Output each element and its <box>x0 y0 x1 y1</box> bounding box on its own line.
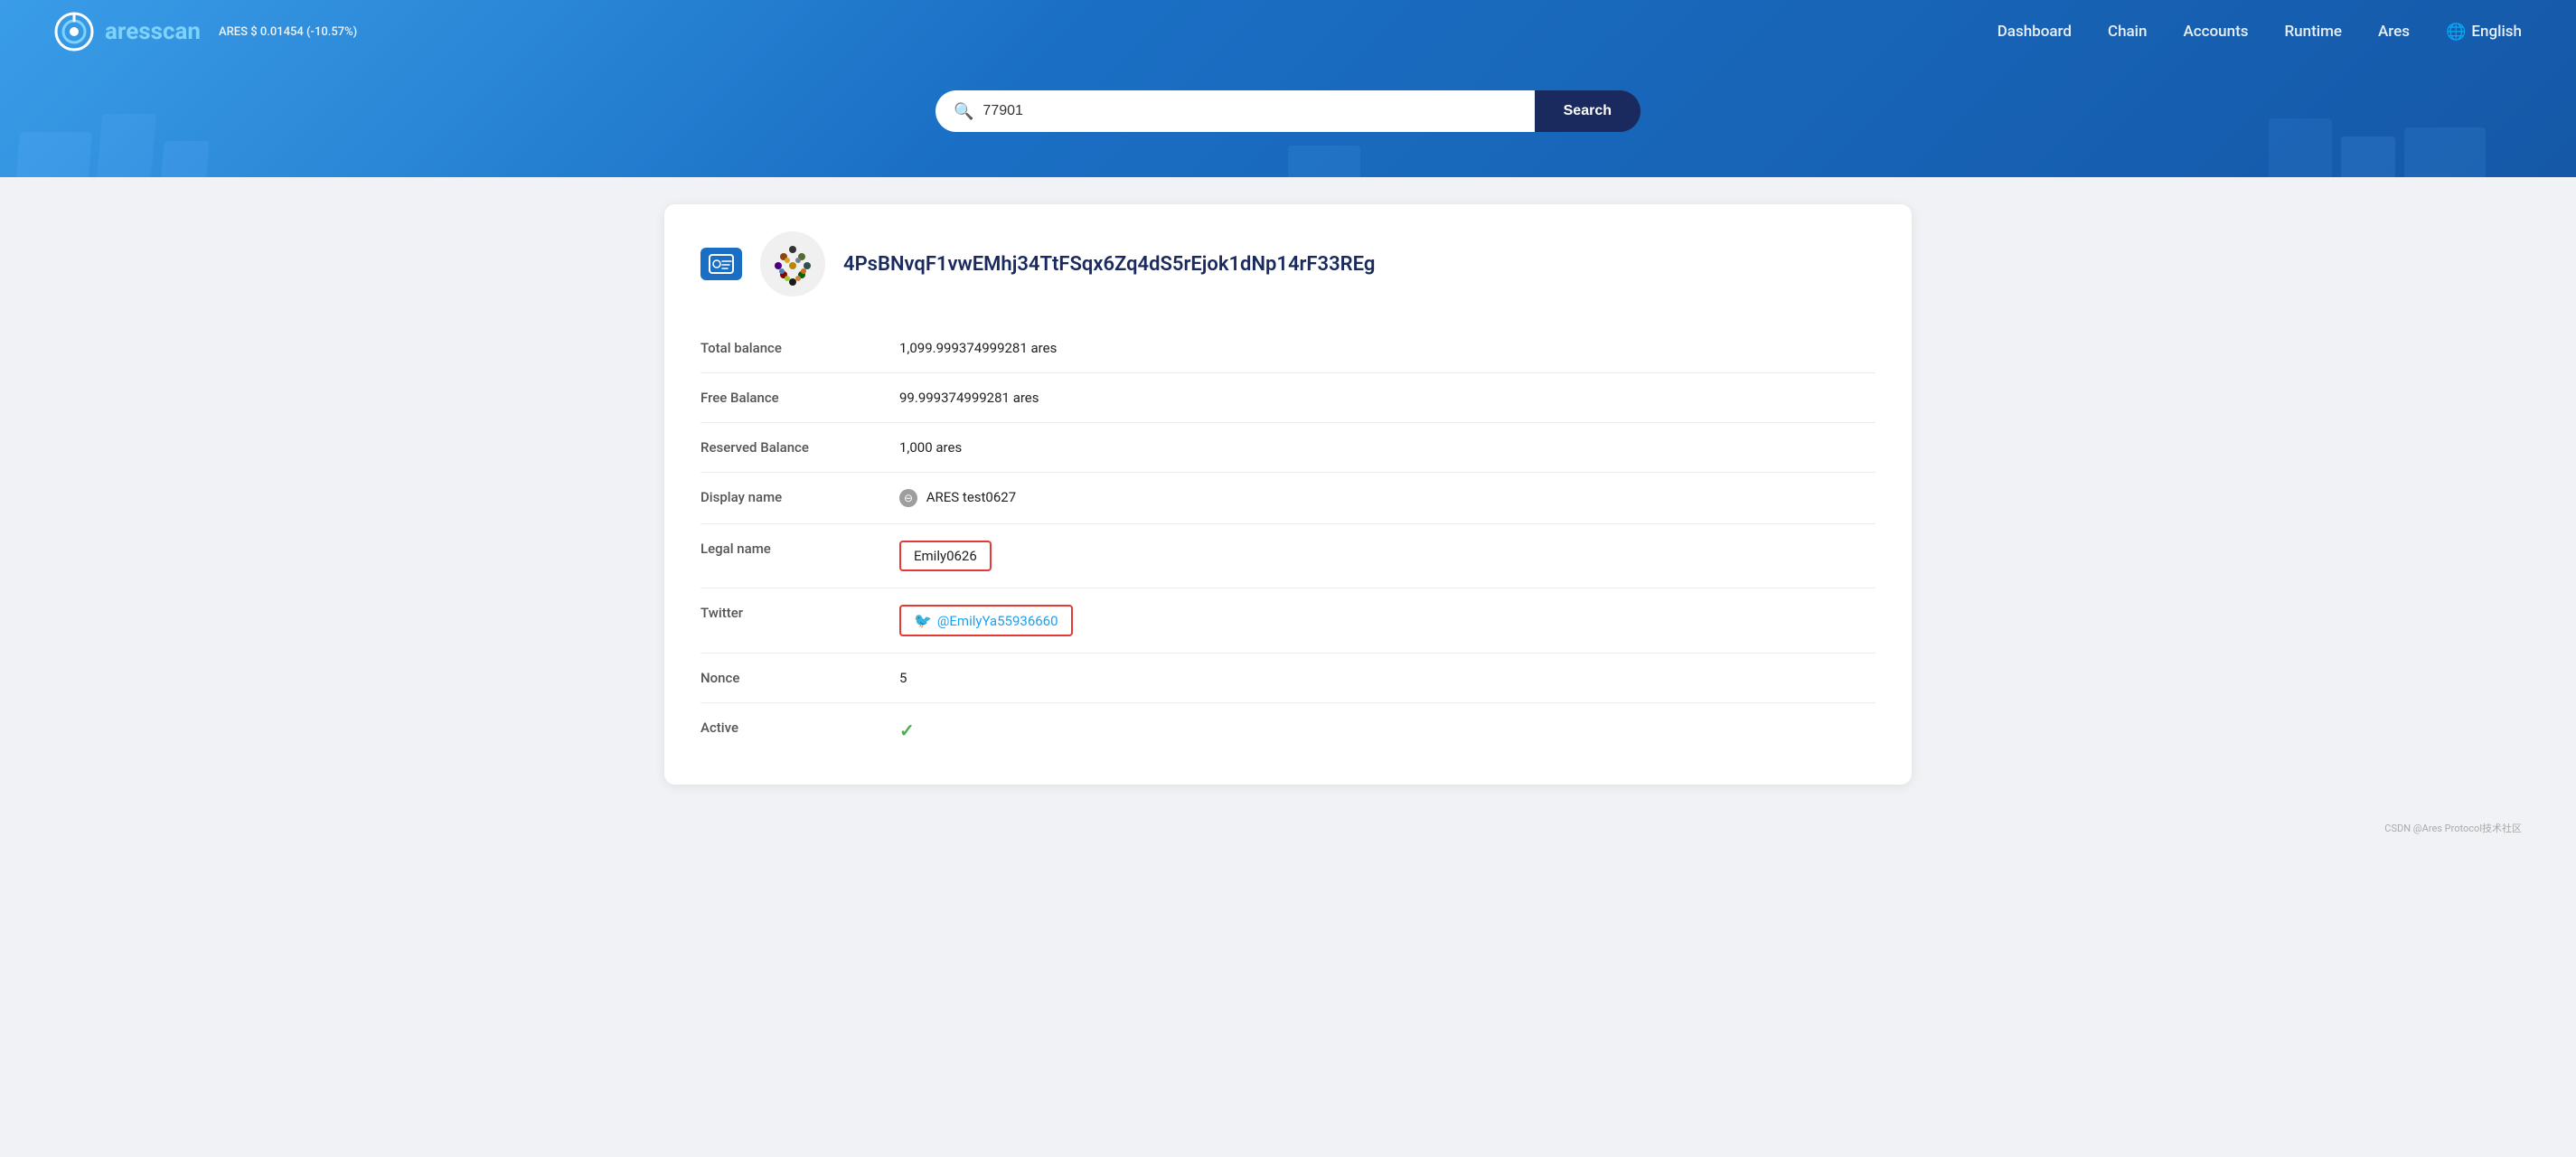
display-name-icon: ⊖ <box>899 489 917 507</box>
table-row-nonce: Nonce 5 <box>700 654 1876 703</box>
check-icon: ✓ <box>899 720 915 741</box>
nonce-label: Nonce <box>700 654 899 703</box>
info-table: Total balance 1,099.999374999281 ares Fr… <box>700 324 1876 757</box>
total-balance-value: 1,099.999374999281 ares <box>899 324 1876 373</box>
nav-dashboard[interactable]: Dashboard <box>1998 23 2072 41</box>
legal-name-value: Emily0626 <box>899 524 1876 588</box>
table-row-active: Active ✓ <box>700 703 1876 758</box>
search-button[interactable]: Search <box>1535 90 1641 132</box>
account-card: 4PsBNvqF1vwEMhj34TtFSqx6Zq4dS5rEjok1dNp1… <box>664 204 1912 785</box>
avatar <box>760 231 825 296</box>
search-input-container: 🔍 <box>935 90 1535 132</box>
twitter-highlight: 🐦 @EmilyYa55936660 <box>899 605 1073 636</box>
main-content: 4PsBNvqF1vwEMhj34TtFSqx6Zq4dS5rEjok1dNp1… <box>610 177 1966 812</box>
reserved-balance-value: 1,000 ares <box>899 423 1876 473</box>
nonce-value: 5 <box>899 654 1876 703</box>
active-value: ✓ <box>899 703 1876 758</box>
twitter-icon: 🐦 <box>914 612 932 629</box>
logo-icon <box>54 12 94 52</box>
main-nav: aresscan ARES $ 0.01454 (-10.57%) Dashbo… <box>54 0 2522 63</box>
account-id-icon <box>700 248 742 280</box>
search-section: 🔍 Search <box>54 63 2522 177</box>
free-balance-label: Free Balance <box>700 373 899 423</box>
logo-text: aresscan <box>105 18 201 45</box>
twitter-value: 🐦 @EmilyYa55936660 <box>899 588 1876 654</box>
display-name-value: ⊖ ARES test0627 <box>899 473 1876 524</box>
twitter-label: Twitter <box>700 588 899 654</box>
table-row-twitter: Twitter 🐦 @EmilyYa55936660 <box>700 588 1876 654</box>
nav-language[interactable]: 🌐 English <box>2446 23 2522 42</box>
table-row-legal-name: Legal name Emily0626 <box>700 524 1876 588</box>
twitter-link[interactable]: 🐦 @EmilyYa55936660 <box>914 612 1058 629</box>
legal-name-highlight: Emily0626 <box>899 541 992 571</box>
globe-icon: 🌐 <box>2446 23 2466 42</box>
search-input[interactable] <box>982 103 1516 119</box>
table-row-display-name: Display name ⊖ ARES test0627 <box>700 473 1876 524</box>
search-icon: 🔍 <box>954 102 973 121</box>
active-label: Active <box>700 703 899 758</box>
table-row-free-balance: Free Balance 99.999374999281 ares <box>700 373 1876 423</box>
account-header: 4PsBNvqF1vwEMhj34TtFSqx6Zq4dS5rEjok1dNp1… <box>700 231 1876 296</box>
table-row-total-balance: Total balance 1,099.999374999281 ares <box>700 324 1876 373</box>
legal-name-label: Legal name <box>700 524 899 588</box>
nav-links: Dashboard Chain Accounts Runtime Ares 🌐 … <box>1998 23 2522 42</box>
footer-note: CSDN @Ares Protocol技术社区 <box>0 812 2576 844</box>
nav-chain[interactable]: Chain <box>2108 23 2148 41</box>
search-bar: 🔍 Search <box>935 90 1641 132</box>
reserved-balance-label: Reserved Balance <box>700 423 899 473</box>
display-name-label: Display name <box>700 473 899 524</box>
free-balance-value: 99.999374999281 ares <box>899 373 1876 423</box>
total-balance-label: Total balance <box>700 324 899 373</box>
account-address: 4PsBNvqF1vwEMhj34TtFSqx6Zq4dS5rEjok1dNp1… <box>843 253 1375 276</box>
nav-accounts[interactable]: Accounts <box>2183 23 2248 41</box>
nav-ares[interactable]: Ares <box>2378 23 2410 41</box>
logo: aresscan ARES $ 0.01454 (-10.57%) <box>54 12 357 52</box>
table-row-reserved-balance: Reserved Balance 1,000 ares <box>700 423 1876 473</box>
price-badge: ARES $ 0.01454 (-10.57%) <box>219 25 357 39</box>
nav-runtime[interactable]: Runtime <box>2284 23 2342 41</box>
